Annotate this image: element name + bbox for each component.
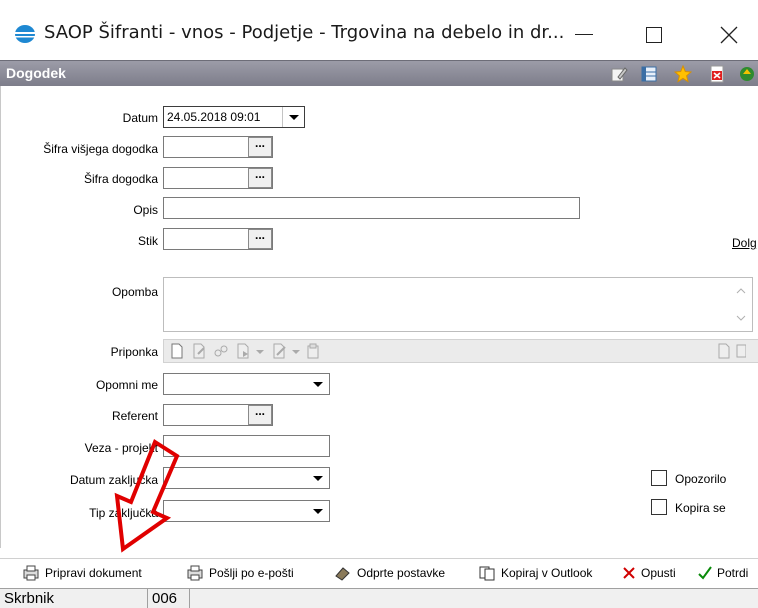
checkmark-icon xyxy=(698,566,712,580)
minimize-icon xyxy=(575,34,593,35)
priponka-label: Priponka xyxy=(110,345,158,359)
datum-field[interactable]: 24.05.2018 09:01 xyxy=(163,106,305,128)
export-attachment-icon[interactable] xyxy=(716,343,732,359)
priponka-toolbar xyxy=(163,339,758,363)
veza-projekt-label: Veza - projekt xyxy=(84,441,158,455)
kopiraj-v-outlook-button[interactable]: Kopiraj v Outlook xyxy=(478,565,592,581)
stik-label: Stik xyxy=(137,234,158,248)
odprte-postavke-button[interactable]: Odprte postavke xyxy=(334,565,445,581)
recycle-icon[interactable] xyxy=(738,65,756,83)
saop-app-icon xyxy=(15,25,35,43)
datum-zakljucka-label: Datum zaključka xyxy=(69,473,158,487)
action-bar: Pripravi dokument Pošlji po e-pošti Odpr… xyxy=(0,558,758,586)
kopira-se-checkbox[interactable] xyxy=(651,499,667,515)
sign-attachment-icon[interactable] xyxy=(271,343,287,359)
close-icon xyxy=(720,26,738,43)
opomba-label: Opomba xyxy=(111,285,158,299)
maximize-button[interactable] xyxy=(631,12,677,56)
new-attachment-icon[interactable] xyxy=(169,343,185,359)
opomni-me-label: Opomni me xyxy=(95,378,158,392)
cancel-icon xyxy=(623,567,635,579)
opis-label: Opis xyxy=(133,203,158,217)
printer-icon xyxy=(187,565,203,581)
edit-icon[interactable] xyxy=(610,65,628,83)
minimize-button[interactable] xyxy=(561,12,607,56)
printer-icon xyxy=(23,565,39,581)
tip-zakljucka-dropdown-icon[interactable] xyxy=(307,501,329,521)
star-icon[interactable] xyxy=(674,65,692,83)
tip-zakljucka-label: Tip zaključka xyxy=(89,506,158,520)
opomba-textarea[interactable] xyxy=(163,277,753,332)
opomni-me-dropdown-icon[interactable] xyxy=(307,374,329,394)
event-form: Datum 24.05.2018 09:01 Šifra višjega dog… xyxy=(0,86,758,548)
opis-input[interactable] xyxy=(163,197,580,219)
opusti-button[interactable]: Opusti xyxy=(622,565,676,581)
sifra-dogodka-label: Šifra dogodka xyxy=(83,172,158,186)
datum-label: Datum xyxy=(122,111,158,125)
referent-label: Referent xyxy=(111,409,158,423)
poslji-po-eposti-button[interactable]: Pošlji po e-pošti xyxy=(186,565,294,581)
opozorilo-checkbox[interactable] xyxy=(651,470,667,486)
datum-dropdown-icon[interactable] xyxy=(282,107,304,127)
form-header: Dogodek xyxy=(0,60,758,86)
dropdown-arrow-icon[interactable] xyxy=(291,343,301,359)
scroll-down-icon[interactable] xyxy=(736,315,746,321)
open-attachment-icon[interactable] xyxy=(235,343,251,359)
status-code: 006 xyxy=(148,589,190,608)
potrdi-button[interactable]: Potrdi xyxy=(698,565,748,581)
dolg-label[interactable]: Dolg xyxy=(732,236,757,250)
window-title: SAOP Šifranti - vnos - Podjetje - Trgovi… xyxy=(44,22,565,43)
veza-projekt-input[interactable] xyxy=(163,435,330,457)
link-attachment-icon[interactable] xyxy=(213,343,229,359)
pdf-icon[interactable] xyxy=(708,65,726,83)
dropdown-arrow-icon[interactable] xyxy=(255,343,265,359)
opomni-me-select[interactable] xyxy=(163,373,330,395)
referent-lookup-button[interactable]: ... xyxy=(248,405,272,425)
status-user: Skrbnik xyxy=(0,589,148,608)
edit-attachment-icon[interactable] xyxy=(191,343,207,359)
sifra-dogodka-lookup-button[interactable]: ... xyxy=(248,168,272,188)
scan-attachment-icon[interactable] xyxy=(305,343,321,359)
close-button[interactable] xyxy=(706,12,752,56)
datum-zakljucka-select[interactable] xyxy=(163,467,330,489)
maximize-icon xyxy=(646,26,662,43)
copy-icon xyxy=(479,566,495,581)
status-bar: Skrbnik 006 xyxy=(0,588,758,608)
window-titlebar: SAOP Šifranti - vnos - Podjetje - Trgovi… xyxy=(0,0,758,60)
tip-zakljucka-select[interactable] xyxy=(163,500,330,522)
sifra-visjega-lookup-button[interactable]: ... xyxy=(248,137,272,157)
opozorilo-label: Opozorilo xyxy=(675,472,727,486)
datum-zakljucka-dropdown-icon[interactable] xyxy=(307,468,329,488)
delete-attachment-icon[interactable] xyxy=(736,343,746,359)
sifra-visjega-label: Šifra višjega dogodka xyxy=(43,142,158,156)
pripravi-dokument-button[interactable]: Pripravi dokument xyxy=(22,565,142,581)
eraser-icon xyxy=(335,567,350,581)
datum-value: 24.05.2018 09:01 xyxy=(167,110,261,124)
kopira-se-label: Kopira se xyxy=(675,501,726,515)
stik-lookup-button[interactable]: ... xyxy=(248,229,272,249)
form-title: Dogodek xyxy=(6,65,66,81)
scroll-up-icon[interactable] xyxy=(736,288,746,294)
grid-icon[interactable] xyxy=(640,65,658,83)
